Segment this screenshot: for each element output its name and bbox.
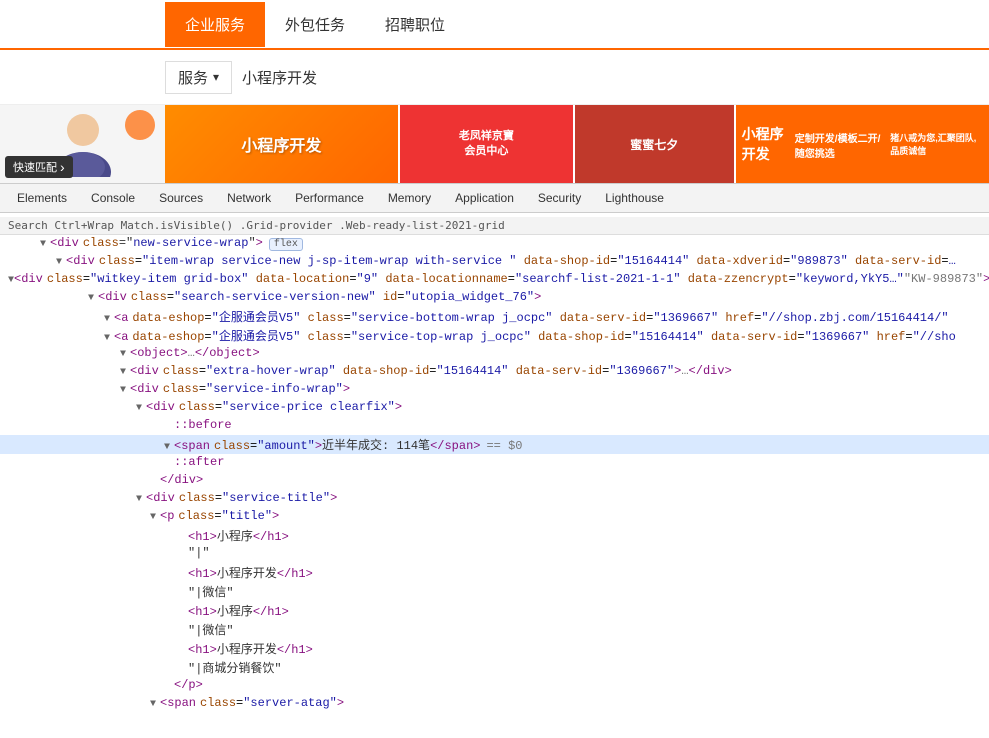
dom-line: <div class="item-wrap service-new j-sp-i… <box>0 253 989 271</box>
expand-icon[interactable] <box>116 367 130 378</box>
dom-line: <a data-eshop="企服通会员V5" class="service-t… <box>0 326 989 345</box>
search-bar: 服务 小程序开发 <box>0 50 989 105</box>
tab-application[interactable]: Application <box>443 186 526 210</box>
banner-2: 老凤祥京寶会员中心 <box>400 105 573 183</box>
dom-line: <div class="service-title" > <box>0 490 989 508</box>
dom-line: ::before <box>0 417 989 435</box>
expand-icon[interactable] <box>36 239 50 250</box>
fast-match-button[interactable]: 快速匹配 <box>5 156 73 178</box>
dom-line: <div class="extra-hover-wrap" data-shop-… <box>0 363 989 381</box>
nav-item-recruit[interactable]: 招聘职位 <box>365 2 465 47</box>
tab-security[interactable]: Security <box>526 186 593 210</box>
dom-line: <h1> 小程序 </h1> <box>0 526 989 545</box>
tab-console[interactable]: Console <box>79 186 147 210</box>
expand-icon[interactable] <box>116 385 130 396</box>
expand-icon[interactable] <box>160 442 174 453</box>
dom-line: <div class="service-info-wrap" > <box>0 381 989 399</box>
dom-line: "|微信" <box>0 620 989 639</box>
dom-line: <span class="server-atag" > <box>0 695 989 713</box>
tab-lighthouse[interactable]: Lighthouse <box>593 186 676 210</box>
expand-icon[interactable] <box>52 257 66 268</box>
dom-line: <a data-eshop="企服通会员V5" class="service-b… <box>0 307 989 326</box>
dom-line: <p class="title" > <box>0 508 989 526</box>
expand-icon[interactable] <box>146 699 160 710</box>
dom-line: <div class="service-price clearfix" > <box>0 399 989 417</box>
dom-line: <div class="witkey-item grid-box" data-l… <box>0 271 989 289</box>
banner-area: 快速匹配 小程序开发 老凤祥京寶会员中心 蜜蜜七夕 小程序开发 定制开发/模板二… <box>0 105 989 183</box>
expand-icon[interactable] <box>100 333 114 344</box>
dom-line: <div class="search-service-version-new" … <box>0 289 989 307</box>
expand-icon[interactable] <box>100 314 114 325</box>
dom-line: </p> <box>0 677 989 695</box>
expand-icon[interactable] <box>132 494 146 505</box>
banner-4: 小程序开发 定制开发/模板二开/随您挑选 猪八戒为您,汇聚团队,品质诚信 <box>736 105 989 183</box>
nav-item-outsource[interactable]: 外包任务 <box>265 2 365 47</box>
dom-line: "|" <box>0 545 989 563</box>
expand-icon[interactable] <box>146 512 160 523</box>
banner-3: 蜜蜜七夕 <box>575 105 734 183</box>
tab-network[interactable]: Network <box>215 186 283 210</box>
website-preview: 企业服务 外包任务 招聘职位 服务 小程序开发 快速匹配 小程序开发 <box>0 0 989 183</box>
dom-line: <h1> 小程序开发 </h1> <box>0 563 989 582</box>
expand-icon[interactable] <box>116 349 130 360</box>
dom-breadcrumb: Search Ctrl+Wrap Match.isVisible() .Grid… <box>0 217 989 235</box>
expand-icon[interactable] <box>132 403 146 414</box>
dom-line: <object> … </object> <box>0 345 989 363</box>
avatar-area: 快速匹配 <box>0 105 165 183</box>
dom-line: "|商城分销餐饮" <box>0 658 989 677</box>
expand-icon[interactable] <box>84 293 98 304</box>
banner-images: 小程序开发 老凤祥京寶会员中心 蜜蜜七夕 小程序开发 定制开发/模板二开/随您挑… <box>165 105 989 183</box>
dom-line: <div class="new-service-wrap" > flex <box>0 235 989 253</box>
tab-performance[interactable]: Performance <box>283 186 376 210</box>
dom-line: "|微信" <box>0 582 989 601</box>
dom-line: </div> <box>0 472 989 490</box>
tab-memory[interactable]: Memory <box>376 186 443 210</box>
nav-item-enterprise[interactable]: 企业服务 <box>165 2 265 47</box>
dom-line: <h1> 小程序开发 </h1> <box>0 639 989 658</box>
search-text: 小程序开发 <box>242 67 317 88</box>
website-nav: 企业服务 外包任务 招聘职位 <box>0 0 989 50</box>
dom-line: <h1> 小程序 </h1> <box>0 601 989 620</box>
flex-badge: flex <box>269 238 303 251</box>
dom-line: ::after <box>0 454 989 472</box>
tab-elements[interactable]: Elements <box>5 186 79 210</box>
dom-inspector[interactable]: Search Ctrl+Wrap Match.isVisible() .Grid… <box>0 213 989 738</box>
tab-sources[interactable]: Sources <box>147 186 215 210</box>
search-dropdown[interactable]: 服务 <box>165 61 232 94</box>
banner-1: 小程序开发 <box>165 105 398 183</box>
dom-line-selected[interactable]: <span class="amount" > 近半年成交: 114笔 </spa… <box>0 435 989 454</box>
devtools-tabs: Elements Console Sources Network Perform… <box>0 183 989 213</box>
